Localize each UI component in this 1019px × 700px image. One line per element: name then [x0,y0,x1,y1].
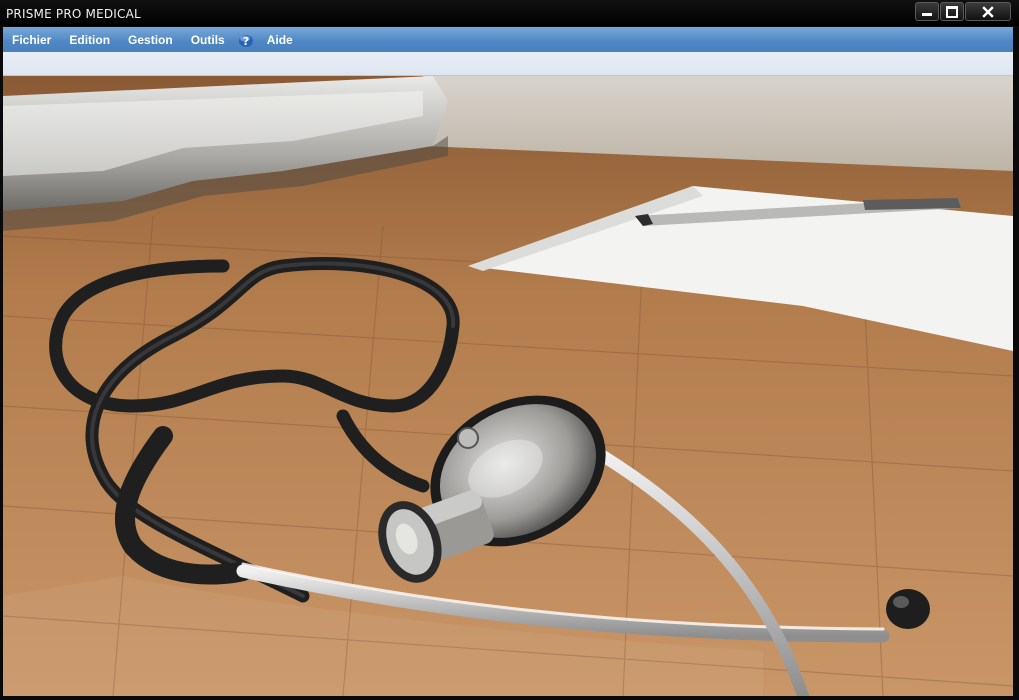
window-right-border [1013,26,1019,700]
window-bottom-border [0,696,1019,700]
svg-text:?: ? [243,35,249,48]
menu-gestion[interactable]: Gestion [119,27,182,52]
minimize-icon [922,13,932,16]
title-bar[interactable]: PRISME PRO MEDICAL [0,0,1019,26]
app-window: PRISME PRO MEDICAL Fichier Edition Gesti… [0,0,1019,700]
minimize-button[interactable] [915,2,939,21]
maximize-icon [946,5,958,18]
maximize-button[interactable] [940,2,964,21]
menu-bar: Fichier Edition Gestion Outils ? Aide [3,27,1013,52]
menu-edition[interactable]: Edition [60,27,119,52]
close-button[interactable] [965,2,1011,21]
window-controls [914,2,1011,21]
desktop-wallpaper [3,76,1013,696]
window-title: PRISME PRO MEDICAL [6,7,141,21]
menu-aide[interactable]: Aide [258,27,302,52]
stethoscope-wallpaper-image [3,76,1013,696]
menu-outils[interactable]: Outils [182,27,234,52]
menu-fichier[interactable]: Fichier [3,27,60,52]
toolbar [3,52,1013,76]
help-icon[interactable]: ? [238,32,254,48]
close-icon [982,5,994,18]
